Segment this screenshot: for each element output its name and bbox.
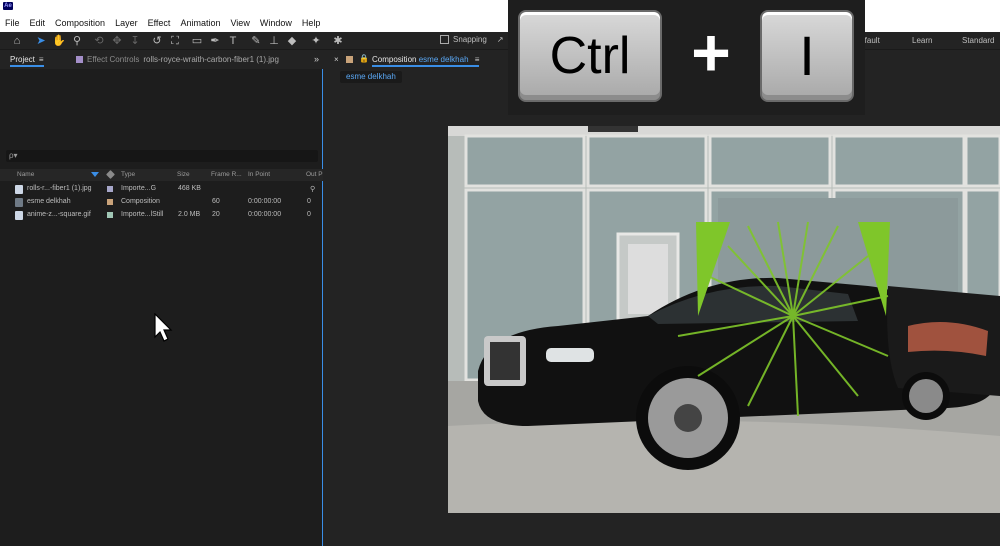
item-type: Importe...lStill: [121, 211, 164, 218]
effect-controls-file: rolls-royce-wraith-carbon-fiber1 (1).jpg: [143, 55, 279, 64]
project-search-input[interactable]: ρ▾: [6, 150, 318, 162]
list-item[interactable]: esme delkhah Composition 60 0:00:00:00 0: [0, 196, 323, 209]
item-out-point: 0: [307, 211, 311, 218]
tab-project-label: Project: [10, 55, 35, 64]
rectangle-tool-icon[interactable]: ▭: [190, 34, 204, 48]
tab-composition[interactable]: Composition esme delkhah ≡: [372, 55, 480, 67]
menu-items: File Edit Composition Layer Effect Anima…: [5, 18, 320, 28]
snapping-checkbox[interactable]: [440, 35, 449, 44]
menu-layer[interactable]: Layer: [115, 18, 138, 28]
workspace-learn[interactable]: Learn: [912, 36, 932, 45]
label-color-swatch: [76, 56, 83, 63]
brush-tool-icon[interactable]: ✎: [249, 34, 263, 48]
composition-panel: × 🔒 Composition esme delkhah ≡ esme delk…: [324, 51, 1000, 546]
shortcut-overlay: Ctrl + I: [508, 0, 865, 115]
menu-file[interactable]: File: [5, 18, 20, 28]
item-size: 2.0 MB: [178, 211, 201, 218]
menu-edit[interactable]: Edit: [30, 18, 46, 28]
app-logo-icon: Ae: [3, 2, 13, 10]
tab-composition-prefix: Composition: [372, 55, 417, 64]
close-panel-icon[interactable]: ×: [334, 55, 339, 64]
project-panel-tabs: Project ≡ Effect Controls rolls-royce-wra…: [0, 51, 323, 69]
clone-stamp-tool-icon[interactable]: ⊥: [267, 34, 281, 48]
tab-composition-name: esme delkhah: [418, 55, 469, 64]
panel-menu-icon[interactable]: ≡: [475, 55, 480, 64]
col-out-point[interactable]: Out P: [306, 171, 323, 178]
composition-viewer[interactable]: [448, 126, 1000, 513]
item-in-point: 0:00:00:00: [248, 198, 282, 205]
snapping-toggle[interactable]: Snapping ↗: [440, 35, 504, 44]
item-type: Composition: [121, 198, 160, 205]
item-label-swatch[interactable]: [107, 212, 113, 218]
project-items: rolls-r...-fiber1 (1).jpg Importe...G 46…: [0, 183, 323, 222]
plus-sign: +: [691, 15, 731, 91]
menu-help[interactable]: Help: [302, 18, 321, 28]
item-in-point: 0:00:00:00: [248, 211, 282, 218]
item-label-swatch[interactable]: [107, 186, 113, 192]
orbit-tool-icon[interactable]: ⟲: [92, 34, 106, 48]
col-frame-rate[interactable]: Frame R...: [211, 171, 242, 178]
pen-tool-icon[interactable]: ✒: [208, 34, 222, 48]
label-tag-icon[interactable]: [106, 170, 115, 179]
gif-file-icon: [15, 211, 23, 220]
i-key: I: [760, 10, 854, 102]
project-list-header: Name Type Size Frame R... In Point Out P: [0, 169, 323, 181]
item-name: anime-z...-square.gif: [27, 211, 91, 218]
pan-behind-tool-icon[interactable]: ⛶: [168, 34, 182, 48]
dolly-tool-icon[interactable]: ↧: [128, 34, 142, 48]
project-panel: Project ≡ Effect Controls rolls-royce-wra…: [0, 51, 323, 546]
col-size[interactable]: Size: [177, 171, 190, 178]
menu-composition[interactable]: Composition: [55, 18, 105, 28]
home-icon[interactable]: ⌂: [10, 34, 24, 48]
workspace-standard[interactable]: Standard: [962, 36, 994, 45]
comp-label-swatch: [346, 56, 353, 63]
comp-breadcrumb[interactable]: esme delkhah: [340, 71, 402, 83]
item-name: rolls-r...-fiber1 (1).jpg: [27, 185, 92, 192]
eraser-tool-icon[interactable]: ◆: [285, 34, 299, 48]
col-type[interactable]: Type: [121, 171, 135, 178]
item-frame-rate: 60: [212, 198, 220, 205]
menu-window[interactable]: Window: [260, 18, 292, 28]
snapping-options-icon[interactable]: ↗: [497, 35, 504, 44]
item-frame-rate: 20: [212, 211, 220, 218]
roto-brush-tool-icon[interactable]: ✦: [309, 34, 323, 48]
image-file-icon: [15, 185, 23, 194]
menu-animation[interactable]: Animation: [180, 18, 220, 28]
mouse-cursor-icon: [154, 313, 173, 342]
list-item[interactable]: anime-z...-square.gif Importe...lStill 2…: [0, 209, 323, 222]
item-label-swatch[interactable]: [107, 199, 113, 205]
dependency-icon: ⚲: [310, 186, 316, 193]
tab-effect-controls[interactable]: Effect Controls rolls-royce-wraith-carbo…: [76, 55, 279, 64]
hand-tool-icon[interactable]: ✋: [52, 34, 66, 48]
zoom-tool-icon[interactable]: ⚲: [70, 34, 84, 48]
menu-view[interactable]: View: [230, 18, 249, 28]
sort-arrow-icon[interactable]: [91, 172, 99, 177]
item-out-point: 0: [307, 198, 311, 205]
col-in-point[interactable]: In Point: [248, 171, 270, 178]
composition-frame-image: [448, 126, 1000, 513]
move-tool-icon[interactable]: ✥: [110, 34, 124, 48]
panel-menu-icon[interactable]: ≡: [39, 55, 44, 64]
tab-project[interactable]: Project ≡: [10, 55, 44, 67]
panel-overflow-icon[interactable]: »: [314, 54, 319, 64]
selection-tool-icon[interactable]: ➤: [34, 34, 48, 48]
col-name[interactable]: Name: [17, 171, 34, 178]
item-type: Importe...G: [121, 185, 157, 192]
item-size: 468 KB: [178, 185, 201, 192]
puppet-pin-tool-icon[interactable]: ✱: [331, 34, 345, 48]
lock-icon[interactable]: 🔒: [359, 54, 369, 63]
snapping-label: Snapping: [453, 35, 487, 44]
list-item[interactable]: rolls-r...-fiber1 (1).jpg Importe...G 46…: [0, 183, 323, 196]
tab-effect-controls-label: Effect Controls: [87, 55, 140, 64]
type-tool-icon[interactable]: T: [226, 34, 240, 48]
ctrl-key: Ctrl: [518, 10, 662, 102]
composition-icon: [15, 198, 23, 207]
rotate-tool-icon[interactable]: ↺: [150, 34, 164, 48]
menu-effect[interactable]: Effect: [148, 18, 171, 28]
item-name: esme delkhah: [27, 198, 71, 205]
